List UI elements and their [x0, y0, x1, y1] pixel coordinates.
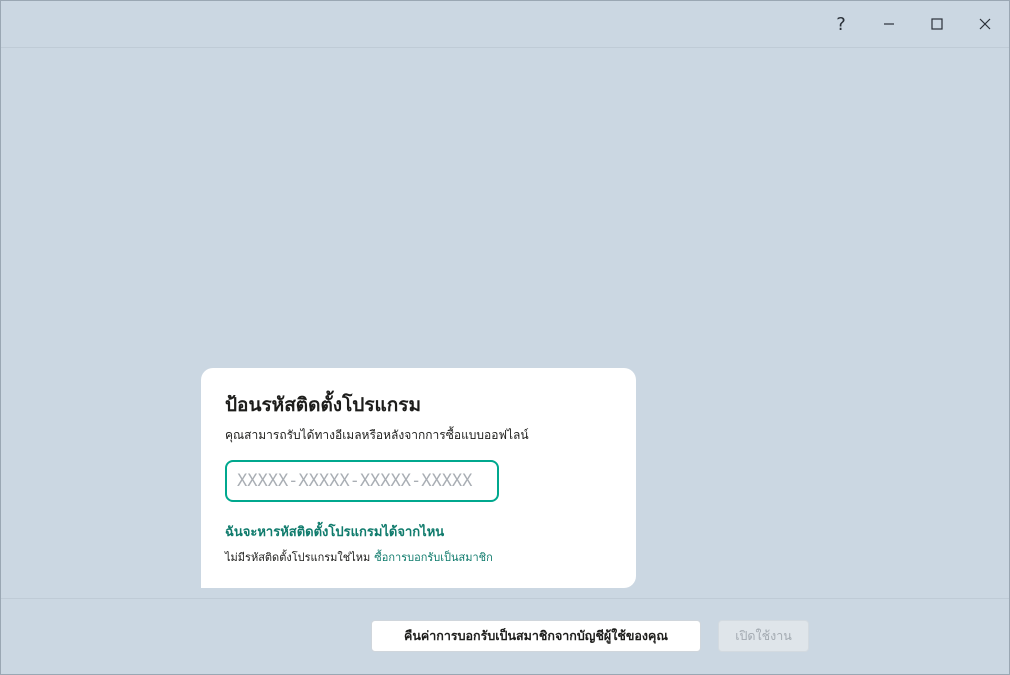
card-title: ป้อนรหัสติดตั้งโปรแกรม — [225, 394, 422, 416]
close-button[interactable] — [967, 7, 1003, 41]
help-button[interactable]: ? — [823, 7, 859, 41]
maximize-button[interactable] — [919, 7, 955, 41]
minimize-button[interactable] — [871, 7, 907, 41]
card-subtitle: คุณสามารถรับได้ทางอีเมลหรือหลังจากการซื้… — [225, 428, 529, 442]
restore-subscription-button[interactable]: คืนค่าการบอกรับเป็นสมาชิกจากบัญชีผู้ใช้ข… — [371, 620, 701, 652]
buy-subscription-link[interactable]: ซื้อการบอกรับเป็นสมาชิก — [374, 551, 493, 564]
close-icon — [979, 18, 991, 30]
activation-code-input[interactable] — [225, 460, 499, 502]
where-to-find-code-link[interactable]: ฉันจะหารหัสติดตั้งโปรแกรมได้จากไหน — [225, 521, 444, 542]
activate-button[interactable]: เปิดใช้งาน — [718, 620, 809, 652]
no-code-row: ไม่มีรหัสติดตั้งโปรแกรมใช่ไหม ซื้อการบอกร… — [225, 548, 493, 566]
app-window: ? ป้อนรหัสติดตั้งโปรแกรม คุณสามารถรับได้… — [0, 0, 1010, 675]
maximize-icon — [931, 18, 943, 30]
help-icon: ? — [836, 13, 846, 35]
activation-code-card: ป้อนรหัสติดตั้งโปรแกรม คุณสามารถรับได้ทา… — [201, 368, 636, 588]
footer-bar: คืนค่าการบอกรับเป็นสมาชิกจากบัญชีผู้ใช้ข… — [1, 598, 1009, 674]
no-code-text: ไม่มีรหัสติดตั้งโปรแกรมใช่ไหม — [225, 551, 371, 564]
minimize-icon — [884, 23, 894, 25]
title-bar: ? — [1, 1, 1009, 48]
